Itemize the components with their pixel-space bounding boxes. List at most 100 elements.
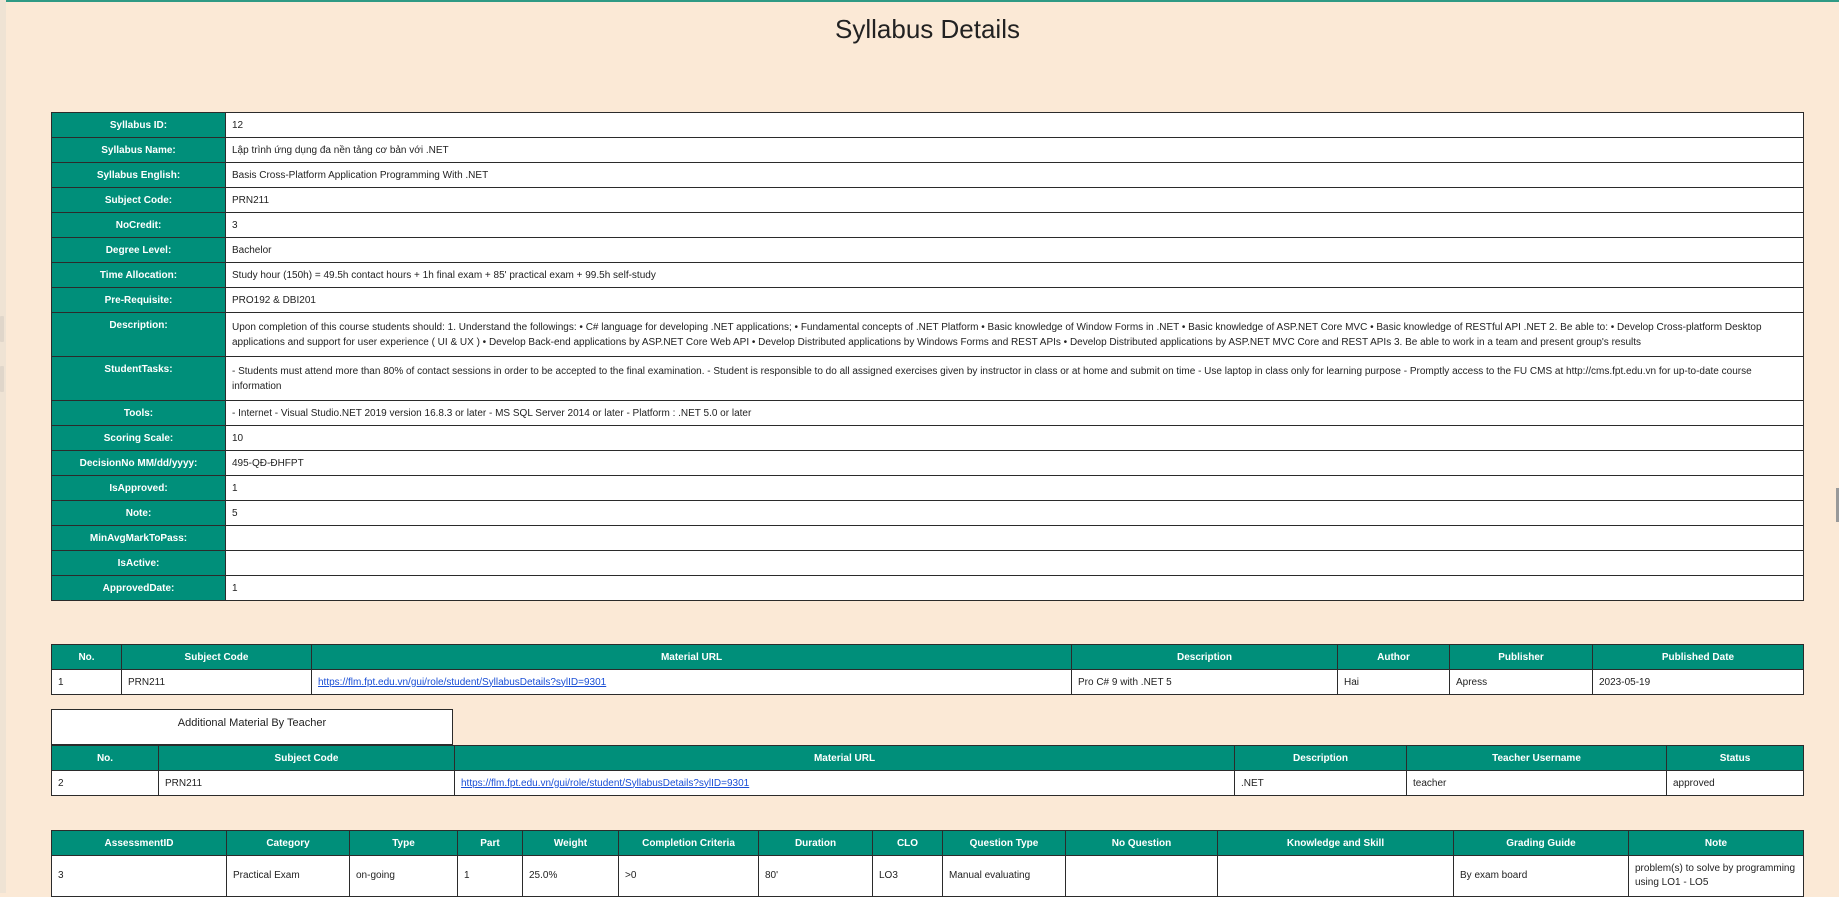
col-header-no: No. xyxy=(51,644,122,670)
detail-label: DecisionNo MM/dd/yyyy: xyxy=(51,450,226,476)
teacher-materials-table: No. Subject Code Material URL Descriptio… xyxy=(51,745,1804,796)
col-header-status: Status xyxy=(1666,745,1804,771)
assessment-grading-guide: By exam board xyxy=(1453,855,1629,897)
col-header-weight: Weight xyxy=(522,830,619,856)
teacher-material-url-cell: https://flm.fpt.edu.vn/gui/role/student/… xyxy=(454,770,1235,796)
detail-label: Time Allocation: xyxy=(51,262,226,288)
left-edge xyxy=(0,0,6,893)
detail-value: Bachelor xyxy=(225,237,1804,263)
detail-value: Basis Cross-Platform Application Program… xyxy=(225,162,1804,188)
detail-label: Pre-Requisite: xyxy=(51,287,226,313)
teacher-material-no: 2 xyxy=(51,770,159,796)
assessment-clo: LO3 xyxy=(872,855,943,897)
col-header-published-date: Published Date xyxy=(1592,644,1804,670)
col-header-note: Note xyxy=(1628,830,1804,856)
detail-value xyxy=(225,525,1804,551)
detail-value: 1 xyxy=(225,475,1804,501)
col-header-question-type: Question Type xyxy=(942,830,1066,856)
col-header-subject-code: Subject Code xyxy=(158,745,455,771)
detail-label: Syllabus ID: xyxy=(51,112,226,138)
scroll-marker xyxy=(0,316,4,342)
material-url-link[interactable]: https://flm.fpt.edu.vn/gui/role/student/… xyxy=(318,677,606,688)
col-header-description: Description xyxy=(1234,745,1407,771)
detail-row: Degree Level: Bachelor xyxy=(51,237,1804,263)
teacher-material-status: approved xyxy=(1666,770,1804,796)
col-header-material-url: Material URL xyxy=(454,745,1235,771)
materials-header-row: No. Subject Code Material URL Descriptio… xyxy=(51,644,1804,670)
col-header-part: Part xyxy=(457,830,523,856)
col-header-subject-code: Subject Code xyxy=(121,644,312,670)
material-publisher: Apress xyxy=(1449,669,1593,695)
col-header-author: Author xyxy=(1337,644,1450,670)
detail-label: MinAvgMarkToPass: xyxy=(51,525,226,551)
detail-value: PRO192 & DBI201 xyxy=(225,287,1804,313)
table-row: 3 Practical Exam on-going 1 25.0% >0 80'… xyxy=(51,855,1804,897)
detail-label: Tools: xyxy=(51,400,226,426)
teacher-material-description: .NET xyxy=(1234,770,1407,796)
detail-label: IsApproved: xyxy=(51,475,226,501)
col-header-no-question: No Question xyxy=(1065,830,1218,856)
col-header-publisher: Publisher xyxy=(1449,644,1593,670)
table-row: 2 PRN211 https://flm.fpt.edu.vn/gui/role… xyxy=(51,770,1804,796)
detail-row: Syllabus English: Basis Cross-Platform Ap… xyxy=(51,162,1804,188)
assessment-completion-criteria: >0 xyxy=(618,855,759,897)
detail-row: DecisionNo MM/dd/yyyy: 495-QĐ-ĐHFPT xyxy=(51,450,1804,476)
detail-label: StudentTasks: xyxy=(51,356,226,401)
assessment-table: AssessmentID Category Type Part Weight C… xyxy=(51,830,1804,897)
teacher-header-row: No. Subject Code Material URL Descriptio… xyxy=(51,745,1804,771)
material-url-cell: https://flm.fpt.edu.vn/gui/role/student/… xyxy=(311,669,1072,695)
assessment-duration: 80' xyxy=(758,855,873,897)
col-header-completion-criteria: Completion Criteria xyxy=(618,830,759,856)
detail-row: Scoring Scale: 10 xyxy=(51,425,1804,451)
assessment-knowledge-skill xyxy=(1217,855,1454,897)
materials-table: No. Subject Code Material URL Descriptio… xyxy=(51,644,1804,695)
detail-value: PRN211 xyxy=(225,187,1804,213)
detail-row: IsApproved: 1 xyxy=(51,475,1804,501)
detail-row: Subject Code: PRN211 xyxy=(51,187,1804,213)
detail-label: Syllabus English: xyxy=(51,162,226,188)
detail-value: 3 xyxy=(225,212,1804,238)
syllabus-details-table: Syllabus ID: 12 Syllabus Name: Lập trình ứ… xyxy=(51,112,1804,601)
detail-value: Upon completion of this course students … xyxy=(225,312,1804,357)
col-header-type: Type xyxy=(349,830,458,856)
table-row: 1 PRN211 https://flm.fpt.edu.vn/gui/role… xyxy=(51,669,1804,695)
assessment-id: 3 xyxy=(51,855,227,897)
teacher-material-url-link[interactable]: https://flm.fpt.edu.vn/gui/role/student/… xyxy=(461,778,749,789)
assessment-part: 1 xyxy=(457,855,523,897)
col-header-material-url: Material URL xyxy=(311,644,1072,670)
material-published-date: 2023-05-19 xyxy=(1592,669,1804,695)
assessment-header-row: AssessmentID Category Type Part Weight C… xyxy=(51,830,1804,856)
detail-label: Subject Code: xyxy=(51,187,226,213)
detail-label: Description: xyxy=(51,312,226,357)
page-title: Syllabus Details xyxy=(835,14,1020,44)
col-header-clo: CLO xyxy=(872,830,943,856)
material-no: 1 xyxy=(51,669,122,695)
detail-label: ApprovedDate: xyxy=(51,575,226,601)
detail-label: IsActive: xyxy=(51,550,226,576)
detail-value: - Students must attend more than 80% of … xyxy=(225,356,1804,401)
col-header-grading-guide: Grading Guide xyxy=(1453,830,1629,856)
detail-value: Study hour (150h) = 49.5h contact hours … xyxy=(225,262,1804,288)
detail-value: 1 xyxy=(225,575,1804,601)
assessment-no-question xyxy=(1065,855,1218,897)
col-header-description: Description xyxy=(1071,644,1338,670)
detail-label: Syllabus Name: xyxy=(51,137,226,163)
assessment-type: on-going xyxy=(349,855,458,897)
detail-row: Time Allocation: Study hour (150h) = 49.5… xyxy=(51,262,1804,288)
detail-row: NoCredit: 3 xyxy=(51,212,1804,238)
detail-row: Pre-Requisite: PRO192 & DBI201 xyxy=(51,287,1804,313)
top-border xyxy=(0,0,1839,2)
material-description: Pro C# 9 with .NET 5 xyxy=(1071,669,1338,695)
teacher-material-subject-code: PRN211 xyxy=(158,770,455,796)
assessment-category: Practical Exam xyxy=(226,855,350,897)
col-header-no: No. xyxy=(51,745,159,771)
assessment-weight: 25.0% xyxy=(522,855,619,897)
material-author: Hai xyxy=(1337,669,1450,695)
detail-label: Note: xyxy=(51,500,226,526)
detail-row: Description: Upon completion of this cour… xyxy=(51,312,1804,357)
assessment-note: problem(s) to solve by programming using… xyxy=(1628,855,1804,897)
detail-value: 10 xyxy=(225,425,1804,451)
detail-row: IsActive: xyxy=(51,550,1804,576)
assessment-question-type: Manual evaluating xyxy=(942,855,1066,897)
detail-row: Tools: - Internet - Visual Studio.NET 201… xyxy=(51,400,1804,426)
